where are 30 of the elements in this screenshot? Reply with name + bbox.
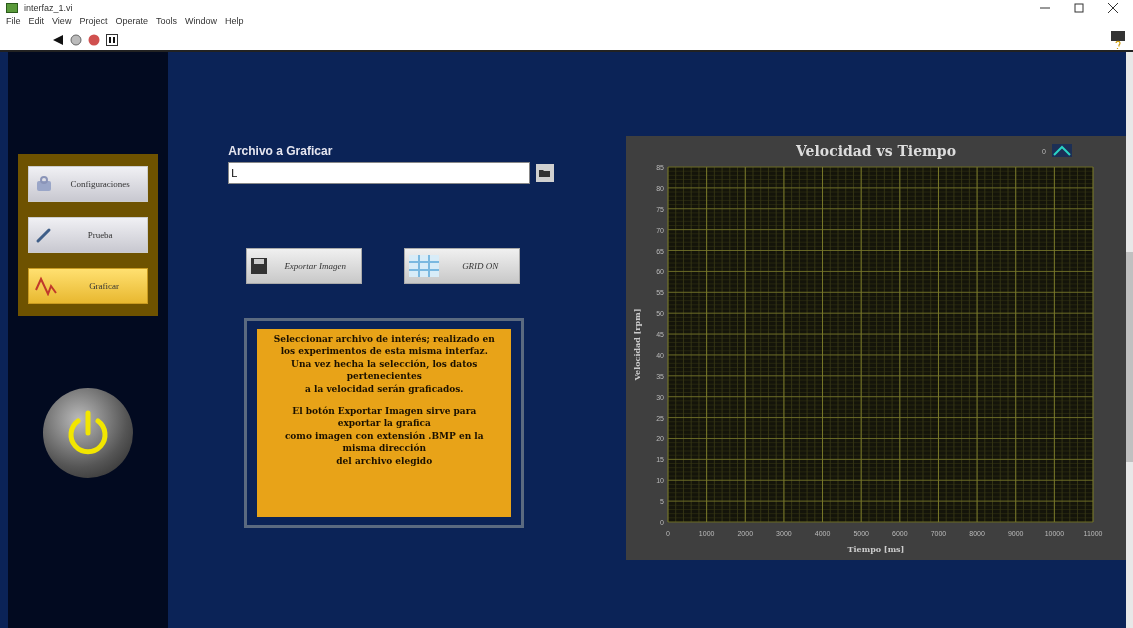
nav-button[interactable]: Graficar: [28, 268, 149, 304]
y-axis-label: Velocidad [rpm]: [632, 308, 643, 381]
instructions-text: Seleccionar archivo de interés; realizado en los experimentos de esta misma interfaz. Una vez hecha la selección, los datos pertenecientes a la velocidad serán graficados. El botón Exportar Imagen sirve para exportar la grafica como imagen con extensión .BMP en la misma dirección del archivo elegido: [257, 329, 512, 517]
x-axis-label: Tiempo [ms]: [847, 544, 905, 554]
export-image-button[interactable]: Exportar Imagen: [246, 248, 363, 284]
run-arrow-icon[interactable]: [52, 34, 64, 46]
menu-item[interactable]: Edit: [28, 16, 45, 30]
menu-item[interactable]: Window: [184, 16, 217, 30]
menu-item[interactable]: Operate: [115, 16, 148, 30]
field-label: Archivo a Graficar: [228, 144, 334, 158]
grid-toggle-button[interactable]: GRID ON: [404, 248, 521, 284]
file-path-field[interactable]: L: [228, 162, 531, 184]
abort-icon[interactable]: [88, 34, 100, 46]
menu-item[interactable]: Help: [224, 16, 244, 30]
window-title: interfaz_1.vi: [24, 3, 73, 13]
nav-button[interactable]: Prueba: [28, 217, 149, 253]
pause-icon[interactable]: [106, 34, 118, 46]
help-icon[interactable]: [1111, 31, 1125, 49]
chart-title: Velocidad vs Tiempo: [796, 143, 957, 159]
app-icon: [6, 3, 18, 13]
menu-item[interactable]: View: [52, 16, 72, 30]
grid-icon: [409, 255, 440, 277]
nav-button[interactable]: Configuraciones: [28, 166, 149, 202]
menu-item[interactable]: Project: [79, 16, 108, 30]
menu-item[interactable]: File: [6, 16, 21, 30]
menu-item[interactable]: Tools: [155, 16, 177, 30]
folder-icon[interactable]: [536, 164, 555, 182]
scrollbar[interactable]: [1126, 52, 1133, 628]
run-continuous-icon[interactable]: [70, 34, 82, 46]
plot-legend-icon[interactable]: [1052, 144, 1073, 157]
